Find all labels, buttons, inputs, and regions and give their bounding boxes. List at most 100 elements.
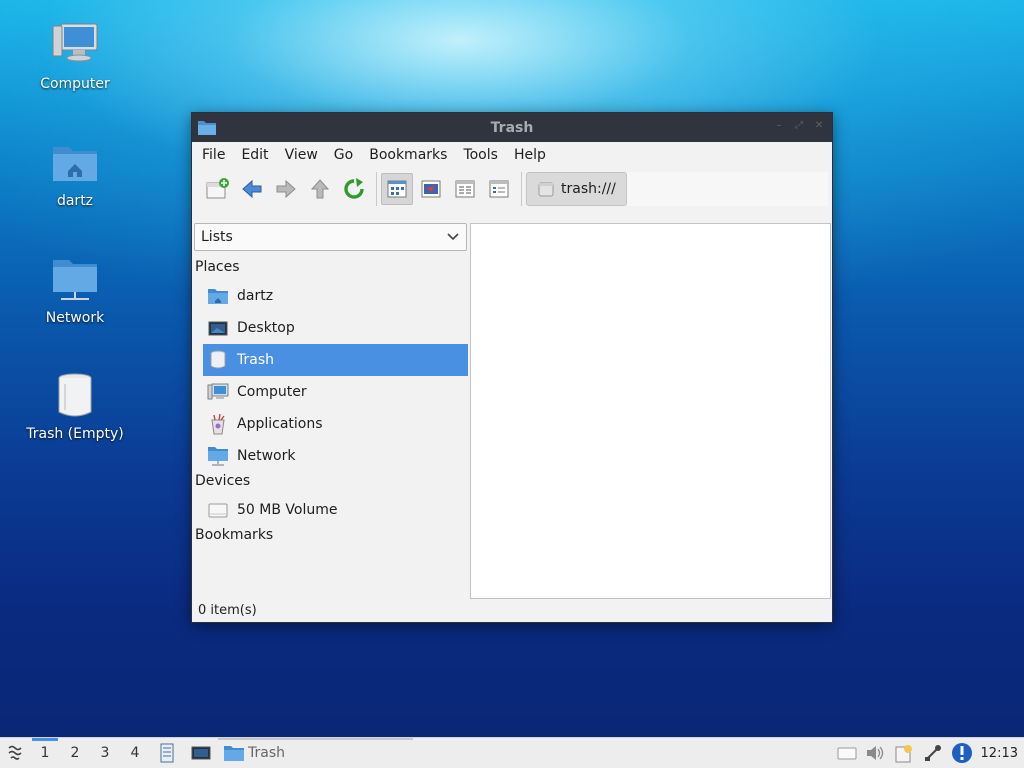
desktop-icon-label: Computer [40, 76, 110, 92]
location-trash-button[interactable]: trash:/// [526, 172, 627, 206]
sidebar-item-label: Desktop [237, 320, 295, 336]
sidebar-mode-value: Lists [201, 229, 233, 245]
clipboard-icon[interactable] [893, 743, 915, 763]
icon-view-button[interactable] [381, 173, 413, 205]
compact-view-button[interactable] [449, 173, 481, 205]
sidebar-item-desktop[interactable]: Desktop [203, 312, 468, 344]
task-trash[interactable]: Trash [218, 737, 413, 768]
network-status-icon[interactable] [923, 743, 943, 763]
maximize-button[interactable]: ⤢ [794, 121, 804, 131]
menu-view[interactable]: View [277, 142, 326, 168]
desktop-icon-trash[interactable]: Trash (Empty) [10, 370, 140, 442]
drive-icon[interactable] [837, 745, 857, 761]
sidebar-item-dartz[interactable]: dartz [203, 280, 468, 312]
start-menu-icon [8, 745, 22, 760]
status-bar: 0 item(s) [198, 603, 257, 618]
thumbnail-view-icon [421, 180, 441, 198]
task-label: Trash [248, 745, 285, 761]
sidebar: Places dartz Desktop Trash Computer Appl… [192, 254, 468, 594]
workspace-4[interactable]: 4 [120, 738, 150, 768]
drive-icon [207, 499, 229, 521]
section-bookmarks: Bookmarks [195, 527, 274, 543]
up-button[interactable] [304, 173, 336, 205]
system-tray: 12:13 [837, 742, 1024, 764]
sidebar-item-label: Computer [237, 384, 307, 400]
workspace-1[interactable]: 1 [30, 737, 60, 768]
forward-button[interactable] [270, 173, 302, 205]
notification-icon[interactable] [951, 742, 973, 764]
thumbnail-view-button[interactable] [415, 173, 447, 205]
section-devices: Devices [195, 473, 251, 489]
sidebar-item-label: Network [237, 448, 296, 464]
location-bar[interactable] [626, 172, 828, 206]
notes-icon [160, 743, 174, 763]
window-titlebar[interactable]: Trash – ⤢ ✕ [192, 113, 832, 142]
close-button[interactable]: ✕ [814, 121, 824, 131]
folder-icon [224, 746, 244, 761]
minimize-button[interactable]: – [774, 121, 784, 131]
desktop-icon-label: Network [45, 310, 105, 326]
window-body: Lists Places dartz Desktop Trash Compute… [192, 222, 832, 622]
menu-edit[interactable]: Edit [233, 142, 276, 168]
taskbar: 1 2 3 4 Trash 12:13 [0, 737, 1024, 768]
file-list-view[interactable] [470, 223, 831, 599]
desktop-icon-home[interactable]: dartz [10, 137, 140, 209]
sidebar-item-applications[interactable]: Applications [203, 408, 468, 440]
workspace-2[interactable]: 2 [60, 738, 90, 768]
volume-icon[interactable] [865, 744, 885, 762]
reload-button[interactable] [338, 173, 370, 205]
sidebar-item-trash[interactable]: Trash [203, 344, 468, 376]
toolbar-separator [376, 172, 377, 206]
computer-icon [207, 381, 229, 403]
forward-arrow-icon [276, 179, 296, 199]
menu-tools[interactable]: Tools [455, 142, 506, 168]
sidebar-item-label: dartz [237, 288, 274, 304]
menu-file[interactable]: File [194, 142, 233, 168]
desktop-icon-computer[interactable]: Computer [10, 20, 140, 92]
toolbar: trash:/// [192, 168, 832, 210]
file-manager-window: Trash – ⤢ ✕ File Edit View Go Bookmarks … [191, 112, 833, 623]
up-arrow-icon [310, 179, 330, 199]
desktop-icon-label: Trash (Empty) [26, 426, 124, 442]
computer-icon [52, 23, 98, 62]
toolbar-separator [521, 172, 522, 206]
desktop-icon-label: dartz [56, 193, 94, 209]
new-tab-button[interactable] [202, 173, 234, 205]
menubar: File Edit View Go Bookmarks Tools Help [192, 142, 832, 168]
menu-go[interactable]: Go [326, 142, 361, 168]
trash-icon [207, 349, 229, 371]
sidebar-item-computer[interactable]: Computer [203, 376, 468, 408]
home-folder-icon [207, 285, 229, 307]
detailed-view-icon [489, 180, 509, 198]
reload-icon [344, 178, 364, 199]
sidebar-item-label: Trash [237, 352, 274, 368]
detailed-view-button[interactable] [483, 173, 515, 205]
clock[interactable]: 12:13 [981, 746, 1018, 761]
sidebar-item-label: Applications [237, 416, 323, 432]
icon-view-icon [387, 180, 407, 198]
home-folder-icon [53, 147, 97, 181]
menu-help[interactable]: Help [506, 142, 554, 168]
window-title: Trash [490, 119, 534, 136]
folder-icon [198, 121, 216, 135]
new-tab-icon [206, 178, 229, 199]
menu-launcher[interactable] [0, 738, 30, 768]
launcher-notes[interactable] [150, 738, 184, 768]
launcher-desktop[interactable] [184, 738, 218, 768]
network-folder-icon [207, 445, 229, 467]
trash-location-icon [538, 182, 554, 197]
compact-view-icon [455, 180, 475, 198]
back-arrow-icon [242, 179, 262, 199]
sidebar-item-label: 50 MB Volume [237, 502, 338, 518]
trash-icon [58, 373, 92, 417]
sidebar-mode-select[interactable]: Lists [194, 223, 467, 251]
back-button[interactable] [236, 173, 268, 205]
applications-icon [207, 413, 229, 435]
desktop-icon-network[interactable]: Network [10, 254, 140, 326]
network-folder-icon [53, 260, 97, 300]
workspace-3[interactable]: 3 [90, 738, 120, 768]
show-desktop-icon [191, 746, 211, 760]
chevron-down-icon [447, 233, 459, 241]
desktop-icon [207, 317, 229, 339]
menu-bookmarks[interactable]: Bookmarks [361, 142, 455, 168]
